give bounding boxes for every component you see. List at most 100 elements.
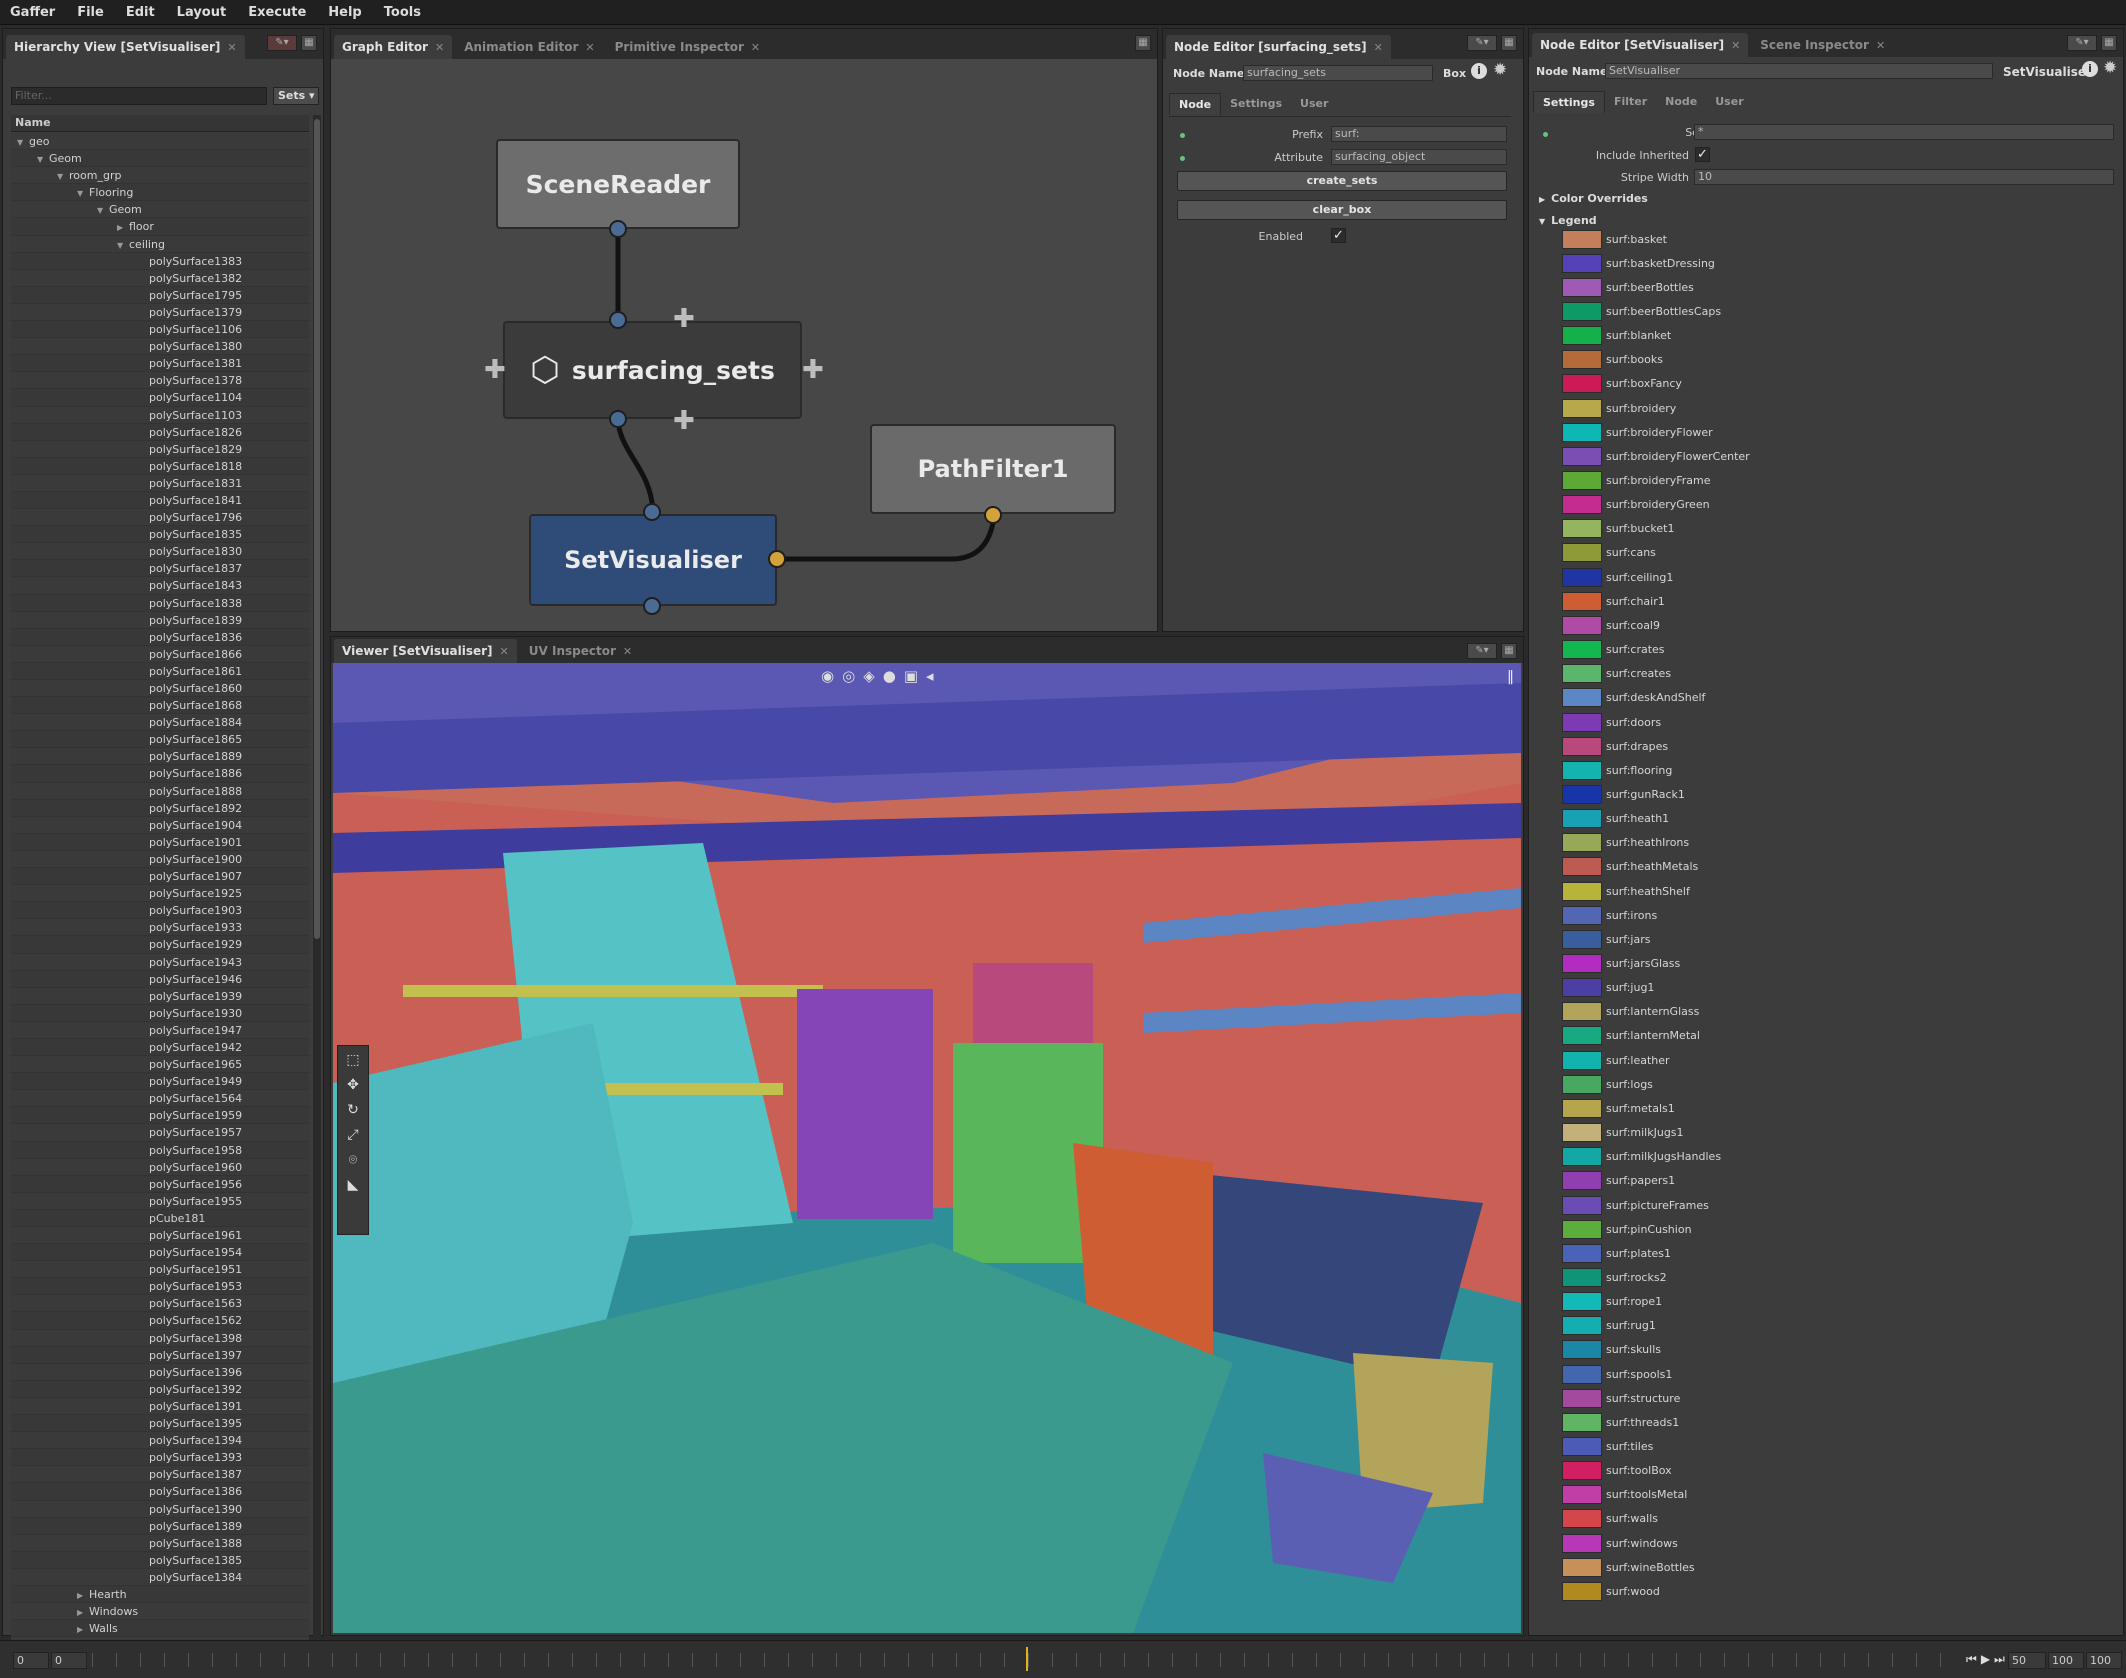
- tab-node-editor-setvisualiser[interactable]: Node Editor [SetVisualiser] ✕: [1532, 33, 1749, 57]
- tab-settings[interactable]: Settings: [1533, 91, 1605, 113]
- translate-tool-icon[interactable]: ✥: [347, 1077, 359, 1093]
- menu-edit[interactable]: Edit: [126, 5, 155, 20]
- tree-row[interactable]: polySurface1392: [11, 1381, 309, 1398]
- camera-icon[interactable]: ◉: [821, 667, 834, 685]
- tree-row[interactable]: polySurface1103: [11, 406, 309, 424]
- filter-input[interactable]: Filter...: [11, 87, 267, 105]
- layout-icon[interactable]: ▦: [1135, 35, 1151, 51]
- crop-tool-icon[interactable]: ◣: [348, 1177, 359, 1193]
- screenshot-icon[interactable]: ▣: [904, 667, 918, 685]
- tree-row[interactable]: polySurface1383: [11, 253, 309, 270]
- pause-icon[interactable]: ‖: [1507, 669, 1514, 685]
- plug-in[interactable]: [643, 503, 661, 521]
- tree-row[interactable]: polySurface1835: [11, 526, 309, 544]
- tree-row[interactable]: polySurface1925: [11, 885, 309, 903]
- tab-hierarchy-view[interactable]: Hierarchy View [SetVisualiser] ✕: [6, 35, 245, 59]
- tree-row[interactable]: polySurface1939: [11, 987, 309, 1005]
- tree-row[interactable]: polySurface1949: [11, 1073, 309, 1091]
- tree-row[interactable]: polySurface1904: [11, 816, 309, 834]
- close-icon[interactable]: ✕: [751, 41, 760, 54]
- tree-row[interactable]: polySurface1951: [11, 1261, 309, 1279]
- tree-row[interactable]: polySurface1884: [11, 714, 309, 732]
- tree-row[interactable]: polySurface1826: [11, 424, 309, 441]
- node-surfacing-sets[interactable]: ⬡ surfacing_sets: [503, 321, 802, 419]
- tree-row[interactable]: polySurface1889: [11, 748, 309, 766]
- viewport-3d[interactable]: [333, 663, 1521, 1633]
- start-frame-field[interactable]: 0: [13, 1652, 49, 1669]
- end-frame-field[interactable]: 100: [2048, 1652, 2084, 1669]
- tree-row[interactable]: polySurface1389: [11, 1518, 309, 1535]
- tree-row[interactable]: polySurface1836: [11, 629, 309, 646]
- tree-row[interactable]: polySurface1892: [11, 800, 309, 817]
- layout-icon[interactable]: ▦: [1501, 643, 1517, 659]
- tree-row[interactable]: polySurface1900: [11, 850, 309, 869]
- node-name-field[interactable]: surfacing_sets: [1243, 65, 1433, 81]
- chevron-right-icon[interactable]: ▶: [77, 1587, 89, 1604]
- layout-icon[interactable]: ▦: [301, 35, 317, 51]
- tree-row[interactable]: polySurface1830: [11, 543, 309, 561]
- tree-row[interactable]: ▶ Hearth: [11, 1586, 309, 1604]
- graph-canvas[interactable]: SceneReader ⬡ surfacing_sets ✚ ✚ ✚ ✚ Path…: [331, 59, 1157, 631]
- close-icon[interactable]: ✕: [435, 41, 444, 54]
- tree-row[interactable]: polySurface1562: [11, 1312, 309, 1330]
- layout-icon[interactable]: ▦: [1501, 35, 1517, 51]
- tab-node[interactable]: Node: [1656, 91, 1706, 113]
- info-icon[interactable]: i: [1471, 63, 1487, 79]
- sphere-icon[interactable]: ●: [883, 667, 896, 685]
- tree-row[interactable]: polySurface1955: [11, 1192, 309, 1210]
- plus-icon[interactable]: ✚: [802, 357, 824, 383]
- tree-row[interactable]: polySurface1943: [11, 953, 309, 971]
- include-inherited-checkbox[interactable]: ✓: [1695, 147, 1710, 162]
- sets-field[interactable]: *: [1694, 124, 2114, 140]
- create-sets-button[interactable]: create_sets: [1177, 171, 1507, 191]
- close-icon[interactable]: ✕: [585, 41, 594, 54]
- close-icon[interactable]: ✕: [623, 645, 632, 658]
- tree-row[interactable]: polySurface1397: [11, 1347, 309, 1364]
- tree-row[interactable]: polySurface1886: [11, 765, 309, 783]
- rotate-tool-icon[interactable]: ↻: [347, 1102, 359, 1118]
- tree-row[interactable]: polySurface1394: [11, 1432, 309, 1450]
- tree-row[interactable]: polySurface1829: [11, 440, 309, 458]
- tree-row[interactable]: polySurface1930: [11, 1005, 309, 1022]
- select-tool-icon[interactable]: ⬚: [346, 1052, 359, 1068]
- menu-gaffer[interactable]: Gaffer: [10, 5, 55, 20]
- tree-row[interactable]: polySurface1861: [11, 663, 309, 680]
- color-overrides-section[interactable]: ▶ Color Overrides: [1539, 192, 1648, 205]
- tree-row[interactable]: ▼ Geom: [11, 150, 309, 168]
- chevron-down-icon[interactable]: ▼: [117, 237, 129, 254]
- tree-row[interactable]: polySurface1831: [11, 474, 309, 492]
- tree-row[interactable]: polySurface1901: [11, 834, 309, 851]
- tree-row[interactable]: polySurface1860: [11, 680, 309, 698]
- tree-row[interactable]: polySurface1838: [11, 595, 309, 612]
- node-setvisualiser[interactable]: SetVisualiser: [529, 514, 777, 606]
- tree-row[interactable]: polySurface1386: [11, 1483, 309, 1501]
- tree-row[interactable]: polySurface1865: [11, 731, 309, 749]
- stripe-width-field[interactable]: 10: [1694, 169, 2114, 185]
- tree-row[interactable]: polySurface1960: [11, 1158, 309, 1176]
- tree-row[interactable]: polySurface1398: [11, 1329, 309, 1347]
- legend-section[interactable]: ▼ Legend: [1539, 214, 1597, 227]
- tab-user[interactable]: User: [1706, 91, 1752, 113]
- gear-icon[interactable]: ✹: [1493, 60, 1507, 80]
- plug-out[interactable]: [609, 220, 627, 238]
- tree-row[interactable]: polySurface1933: [11, 919, 309, 937]
- tree-row[interactable]: polySurface1387: [11, 1466, 309, 1484]
- tree-row[interactable]: polySurface1396: [11, 1363, 309, 1381]
- chevron-right-icon[interactable]: ▶: [77, 1604, 89, 1621]
- play-icon[interactable]: ▶: [1981, 1652, 1990, 1667]
- tree-row[interactable]: polySurface1380: [11, 338, 309, 356]
- pin-icon[interactable]: ✎▾: [267, 35, 297, 51]
- chevron-down-icon[interactable]: ▼: [37, 151, 49, 168]
- tree-row[interactable]: ▼ ceiling: [11, 235, 309, 254]
- tab-user[interactable]: User: [1291, 93, 1337, 115]
- tree-row[interactable]: polySurface1381: [11, 355, 309, 373]
- end2-frame-field[interactable]: 100: [2086, 1652, 2122, 1669]
- tab-settings[interactable]: Settings: [1221, 93, 1291, 115]
- tab-node[interactable]: Node: [1169, 93, 1222, 115]
- tree-row[interactable]: polySurface1843: [11, 577, 309, 595]
- info-icon[interactable]: i: [2082, 61, 2098, 77]
- tab-uv-inspector[interactable]: UV Inspector ✕: [521, 639, 640, 663]
- plug-out[interactable]: [643, 597, 661, 615]
- tree-row[interactable]: polySurface1796: [11, 509, 309, 527]
- tree-row[interactable]: polySurface1564: [11, 1090, 309, 1108]
